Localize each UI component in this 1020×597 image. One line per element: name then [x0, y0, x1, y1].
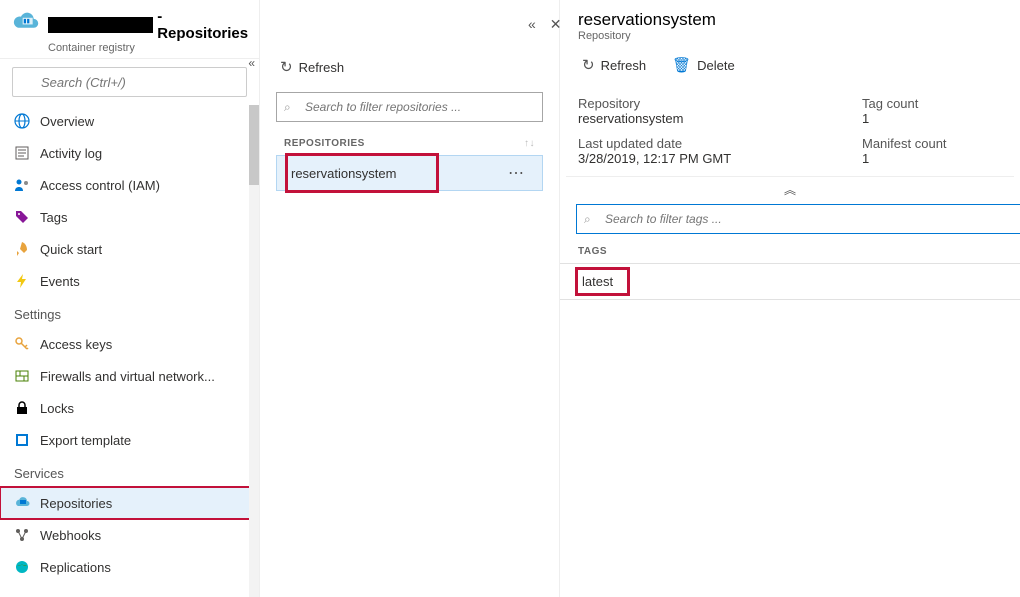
sidebar-item-overview[interactable]: Overview — [0, 105, 259, 137]
collapse-sidebar-icon[interactable]: « — [248, 56, 255, 70]
export-icon — [14, 432, 30, 448]
sidebar-item-access-keys[interactable]: Access keys — [0, 328, 259, 360]
repo-name[interactable]: reservationsystem — [287, 155, 437, 191]
tag-icon — [14, 209, 30, 225]
prop-updated-label: Last updated date — [578, 136, 842, 151]
refresh-label: Refresh — [601, 58, 647, 73]
refresh-icon: ↻ — [582, 56, 595, 74]
repo-title: reservationsystem — [578, 10, 1002, 30]
nav-label: Export template — [40, 433, 131, 448]
bolt-icon — [14, 273, 30, 289]
nav-label: Quick start — [40, 242, 102, 257]
nav-label: Events — [40, 274, 80, 289]
iam-icon — [14, 177, 30, 193]
prop-updated-value: 3/28/2019, 12:17 PM GMT — [578, 151, 842, 166]
sidebar-search-input[interactable] — [12, 67, 247, 97]
sidebar-item-tags[interactable]: Tags — [0, 201, 259, 233]
delete-button[interactable]: 🗑 Delete — [668, 50, 739, 80]
sidebar-item-events[interactable]: Events — [0, 265, 259, 297]
nav-label: Access keys — [40, 337, 112, 352]
section-settings: Settings — [0, 297, 259, 328]
prop-tagcount-label: Tag count — [862, 96, 1002, 111]
nav-label: Access control (IAM) — [40, 178, 160, 193]
refresh-icon: ↻ — [280, 58, 293, 76]
collapse-props-icon[interactable]: ︽ — [566, 176, 1014, 200]
sidebar-item-activity-log[interactable]: Activity log — [0, 137, 259, 169]
repo-subtitle: Repository — [578, 30, 1002, 42]
sidebar-item-access-control-iam-[interactable]: Access control (IAM) — [0, 169, 259, 201]
sidebar-item-repositories[interactable]: Repositories — [0, 487, 259, 519]
prop-repository-label: Repository — [578, 96, 842, 111]
tag-row[interactable]: latest — [560, 264, 1020, 300]
page-title: - Repositories — [48, 8, 253, 42]
redacted-name — [48, 17, 153, 33]
page-subtitle: Container registry — [48, 42, 253, 54]
globe2-icon — [14, 559, 30, 575]
log-icon — [14, 145, 30, 161]
nav-label: Activity log — [40, 146, 102, 161]
refresh-label: Refresh — [299, 60, 345, 75]
trash-icon: 🗑 — [672, 56, 691, 74]
section-services: Services — [0, 456, 259, 487]
sidebar-item-export-template[interactable]: Export template — [0, 424, 259, 456]
nav-label: Firewalls and virtual network... — [40, 369, 215, 384]
key-icon — [14, 336, 30, 352]
sidebar-item-webhooks[interactable]: Webhooks — [0, 519, 259, 551]
nav-label: Replications — [40, 560, 111, 575]
globe-icon — [14, 113, 30, 129]
collapse-blade-icon[interactable]: « — [528, 16, 536, 33]
repo-icon — [14, 495, 30, 511]
rocket-icon — [14, 241, 30, 257]
prop-repository-value: reservationsystem — [578, 111, 842, 126]
registry-icon — [12, 10, 40, 30]
tag-value[interactable]: latest — [578, 270, 627, 293]
repo-more-icon[interactable]: ⋯ — [437, 163, 532, 183]
refresh-button-mid[interactable]: ↻ Refresh — [276, 52, 348, 82]
refresh-button-right[interactable]: ↻ Refresh — [578, 50, 650, 80]
prop-manifest-value: 1 — [862, 151, 1002, 166]
sidebar-item-firewalls-and-virtual-network-[interactable]: Firewalls and virtual network... — [0, 360, 259, 392]
prop-manifest-label: Manifest count — [862, 136, 1002, 151]
prop-tagcount-value: 1 — [862, 111, 1002, 126]
lock-icon — [14, 400, 30, 416]
hook-icon — [14, 527, 30, 543]
repo-row[interactable]: reservationsystem ⋯ — [276, 155, 543, 191]
repos-column-header[interactable]: REPOSITORIES ↑↓ — [276, 132, 543, 155]
nav-label: Tags — [40, 210, 67, 225]
nav-label: Webhooks — [40, 528, 101, 543]
title-suffix: - Repositories — [157, 8, 253, 42]
sidebar-item-locks[interactable]: Locks — [0, 392, 259, 424]
nav-label: Locks — [40, 401, 74, 416]
firewall-icon — [14, 368, 30, 384]
nav-label: Overview — [40, 114, 94, 129]
tags-column-header[interactable]: TAGS — [560, 242, 1020, 264]
tags-filter-input[interactable] — [576, 204, 1020, 234]
sort-indicator-icon: ↑↓ — [524, 138, 535, 149]
sidebar-item-replications[interactable]: Replications — [0, 551, 259, 583]
repo-filter-input[interactable] — [276, 92, 543, 122]
sidebar-nav: Overview Activity log Access control (IAM)… — [0, 105, 259, 597]
scrollbar-thumb[interactable] — [249, 105, 259, 185]
delete-label: Delete — [697, 58, 735, 73]
sidebar-item-quick-start[interactable]: Quick start — [0, 233, 259, 265]
nav-label: Repositories — [40, 496, 112, 511]
